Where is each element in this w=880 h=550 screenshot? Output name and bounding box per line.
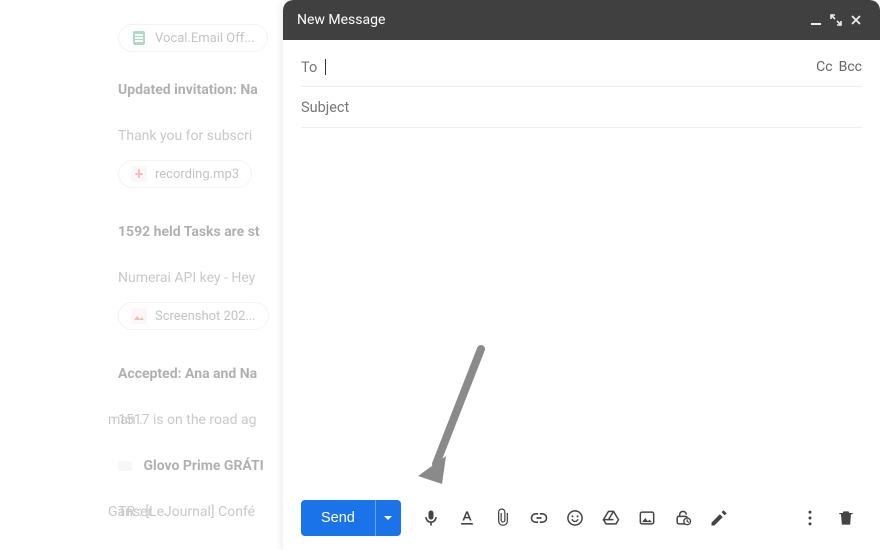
inbox-sender: man . [108,412,143,428]
insert-emoji-icon[interactable] [557,500,593,536]
more-options-icon[interactable] [792,500,828,536]
insert-drive-icon[interactable] [593,500,629,536]
compose-window: New Message To Cc Bcc Subject [283,0,880,550]
inbox-sender: Ganser [108,504,152,520]
to-field-row: To Cc Bcc [301,46,862,87]
compose-header: New Message [283,0,880,40]
text-format-icon[interactable] [449,500,485,536]
to-input[interactable] [323,58,816,76]
cc-button[interactable]: Cc [816,59,832,75]
compose-toolbar: Send [283,490,880,550]
attachment-label: Screenshot 202... [155,309,256,324]
subject-field-row: Subject [301,87,862,128]
subject-input[interactable]: Subject [301,99,862,117]
expand-icon[interactable] [826,10,846,30]
to-label: To [301,59,317,76]
attachment-label: Vocal.Email Off... [155,31,255,46]
minimize-icon[interactable] [806,10,826,30]
compose-fields: To Cc Bcc Subject [283,40,880,128]
discard-draft-icon[interactable] [828,500,864,536]
send-group: Send [301,500,401,536]
insert-signature-icon[interactable] [701,500,737,536]
close-icon[interactable] [846,10,866,30]
insert-photo-icon[interactable] [629,500,665,536]
sheets-icon [131,30,147,46]
compose-title: New Message [297,12,806,28]
card-icon [118,461,132,471]
send-button[interactable]: Send [301,500,375,536]
confidential-mode-icon[interactable] [665,500,701,536]
send-more-button[interactable] [375,500,401,536]
audio-icon [131,166,147,182]
attachment-chip: Vocal.Email Off... [118,24,268,52]
bcc-button[interactable]: Bcc [839,59,862,75]
attachment-label: recording.mp3 [155,167,239,182]
attachment-chip: recording.mp3 [118,160,252,188]
compose-body[interactable] [283,128,880,490]
attachment-chip: Screenshot 202... [118,302,269,330]
microphone-icon[interactable] [413,500,449,536]
attach-file-icon[interactable] [485,500,521,536]
insert-link-icon[interactable] [521,500,557,536]
image-icon [131,308,147,324]
